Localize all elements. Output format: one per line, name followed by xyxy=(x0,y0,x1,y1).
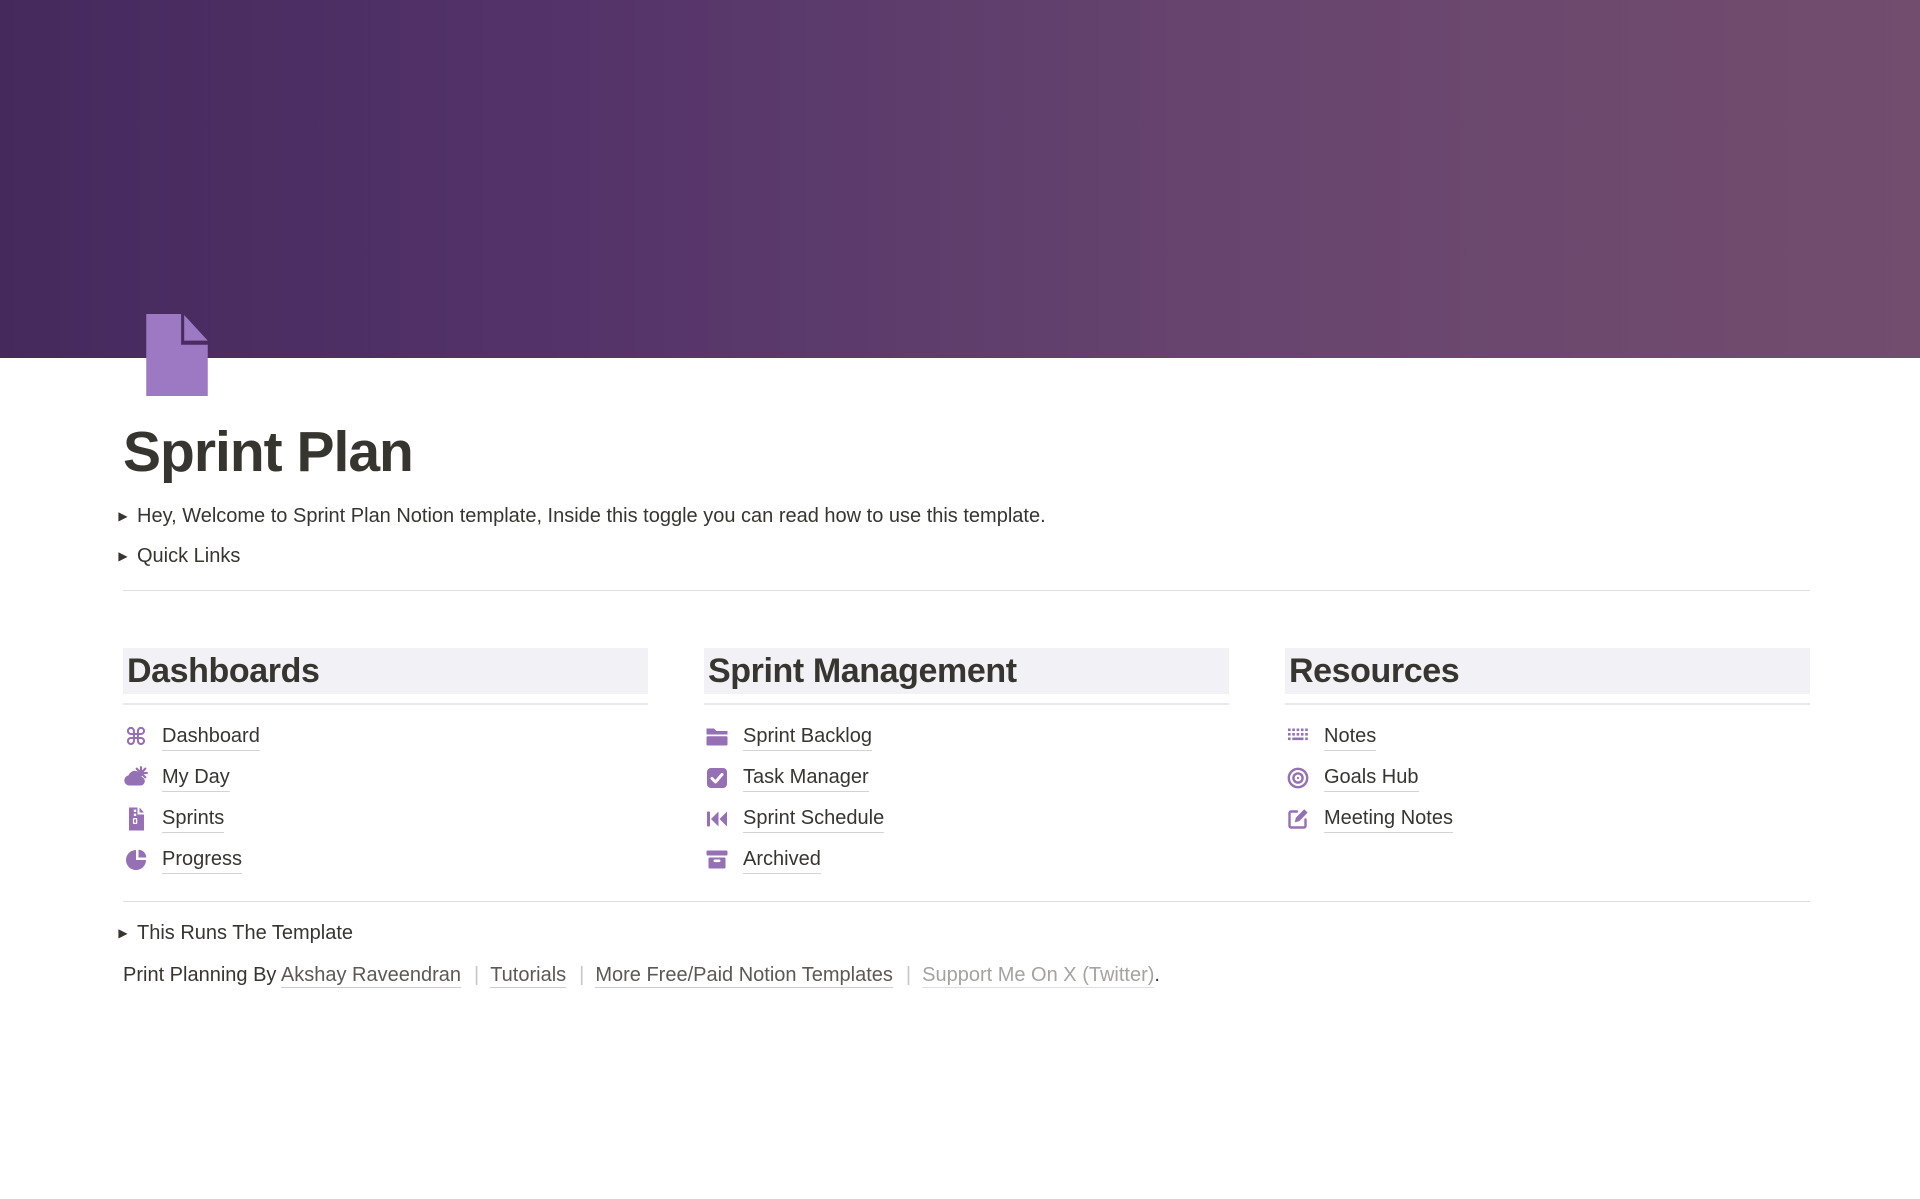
column-dashboards-title: Dashboards xyxy=(123,648,648,694)
sun-cloud-icon xyxy=(123,765,149,791)
toggle-welcome-label: Hey, Welcome to Sprint Plan Notion templ… xyxy=(137,505,1046,528)
column-resources-title: Resources xyxy=(1285,648,1810,694)
column-sprint-management: Sprint Management Sprint Backlog Task Ma… xyxy=(704,648,1229,880)
folder-icon xyxy=(704,724,730,750)
rewind-icon xyxy=(704,806,730,832)
column-dashboards: Dashboards ⌘ Dashboard xyxy=(123,648,648,880)
page-link-progress[interactable]: Progress xyxy=(123,839,648,880)
credits-prefix: Print Planning By xyxy=(123,964,276,986)
archive-icon xyxy=(704,847,730,873)
target-icon xyxy=(1285,765,1311,791)
checkbox-icon xyxy=(704,765,730,791)
separator: | xyxy=(906,964,911,986)
link-support-twitter[interactable]: Support Me On X (Twitter) xyxy=(922,964,1154,988)
page-cover xyxy=(0,0,1920,358)
toggle-welcome[interactable]: ▶ Hey, Welcome to Sprint Plan Notion tem… xyxy=(123,496,1810,536)
page-link-sprint-schedule[interactable]: Sprint Schedule xyxy=(704,798,1229,839)
page-document-icon[interactable] xyxy=(146,314,208,396)
file-icon xyxy=(123,806,149,832)
compose-icon xyxy=(1285,806,1311,832)
page-link-sprint-backlog[interactable]: Sprint Backlog xyxy=(704,716,1229,757)
link-tutorials[interactable]: Tutorials xyxy=(490,964,566,988)
column-divider xyxy=(123,703,648,705)
credits-line: Print Planning By Akshay Raveendran | Tuto… xyxy=(123,955,1810,995)
keyboard-icon xyxy=(1285,724,1311,750)
page-link-dashboard[interactable]: ⌘ Dashboard xyxy=(123,716,648,757)
page-link-meeting-notes[interactable]: Meeting Notes xyxy=(1285,798,1810,839)
toggle-runs-template[interactable]: ▶ This Runs The Template xyxy=(123,913,1810,953)
credits-suffix: . xyxy=(1154,964,1160,986)
separator: | xyxy=(579,964,584,986)
link-columns: Dashboards ⌘ Dashboard xyxy=(123,648,1810,880)
divider xyxy=(123,590,1810,591)
column-resources: Resources Notes xyxy=(1285,648,1810,880)
page-body: Sprint Plan ▶ Hey, Welcome to Sprint Pla… xyxy=(123,358,1810,995)
pie-chart-icon xyxy=(123,847,149,873)
toggle-triangle-icon[interactable]: ▶ xyxy=(111,927,135,939)
page-link-task-manager[interactable]: Task Manager xyxy=(704,757,1229,798)
page-link-sprints[interactable]: Sprints xyxy=(123,798,648,839)
link-more-templates[interactable]: More Free/Paid Notion Templates xyxy=(595,964,893,988)
column-divider xyxy=(1285,703,1810,705)
toggle-quick-links-label: Quick Links xyxy=(137,545,240,568)
page-link-notes[interactable]: Notes xyxy=(1285,716,1810,757)
command-icon: ⌘ xyxy=(123,724,149,750)
link-author[interactable]: Akshay Raveendran xyxy=(281,964,461,988)
page-link-archived[interactable]: Archived xyxy=(704,839,1229,880)
divider xyxy=(123,901,1810,902)
toggle-triangle-icon[interactable]: ▶ xyxy=(111,510,135,522)
page-link-goals-hub[interactable]: Goals Hub xyxy=(1285,757,1810,798)
toggle-quick-links[interactable]: ▶ Quick Links xyxy=(123,536,1810,576)
page-link-my-day[interactable]: My Day xyxy=(123,757,648,798)
toggle-triangle-icon[interactable]: ▶ xyxy=(111,550,135,562)
column-sprint-management-title: Sprint Management xyxy=(704,648,1229,694)
toggle-runs-template-label: This Runs The Template xyxy=(137,922,353,945)
column-divider xyxy=(704,703,1229,705)
separator: | xyxy=(474,964,479,986)
page-title: Sprint Plan xyxy=(123,358,1810,486)
